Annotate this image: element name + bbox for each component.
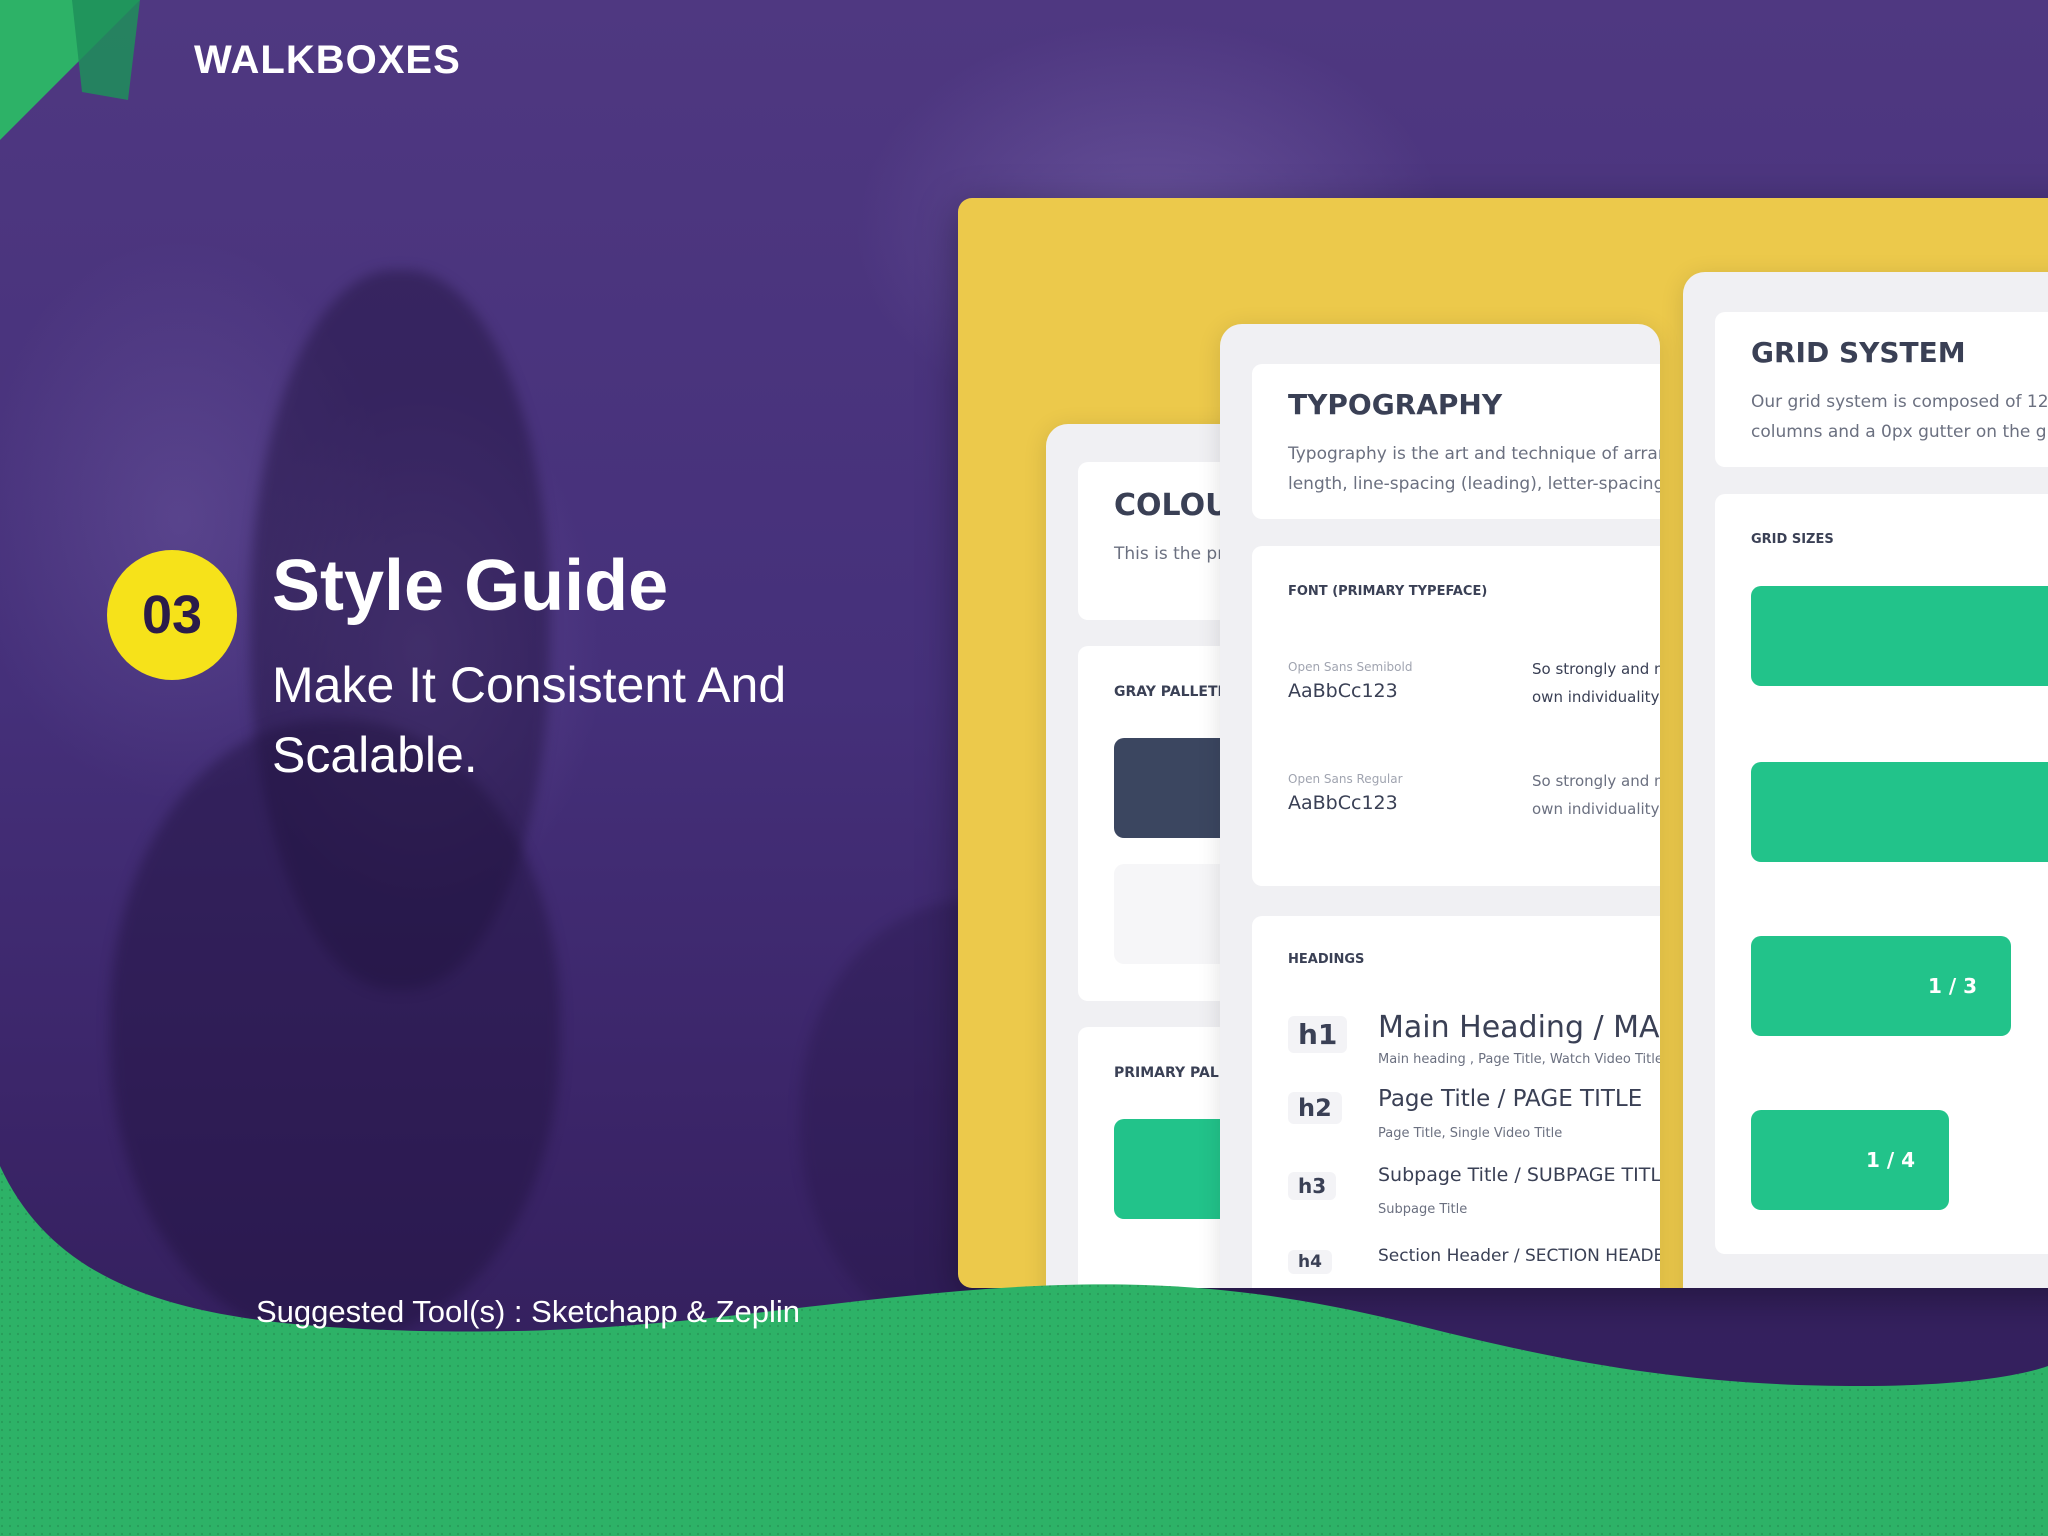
grid-sizes-label: GRID SIZES (1751, 532, 1834, 547)
green-wave-footer (0, 1166, 2048, 1536)
typography-header-card: TYPOGRAPHY Typography is the art and tec… (1252, 364, 1660, 519)
typography-column: TYPOGRAPHY Typography is the art and tec… (1220, 324, 1660, 1288)
style-guide-mockup-panel: COLOU This is the pr GRAY PALLETE PRIMAR… (958, 198, 2048, 1288)
heading-h2-title: Page Title / PAGE TITLE (1378, 1086, 1643, 1112)
font-2-text-1: So strongly and met (1532, 772, 1660, 790)
font-card: FONT (PRIMARY TYPEFACE) Open Sans Semibo… (1252, 546, 1660, 886)
typography-desc-line-1: Typography is the art and technique of a… (1288, 444, 1660, 464)
grid-system-column: GRID SYSTEM Our grid system is composed … (1683, 272, 2048, 1288)
gray-palette-label: GRAY PALLETE (1114, 684, 1228, 700)
typography-title: TYPOGRAPHY (1288, 388, 1503, 421)
heading-tag-h1: h1 (1288, 1016, 1348, 1053)
font-1-name: Open Sans Semibold (1288, 660, 1413, 674)
heading-h2-sub: Page Title, Single Video Title (1378, 1126, 1563, 1141)
headings-label: HEADINGS (1288, 952, 1365, 967)
font-2-name: Open Sans Regular (1288, 772, 1403, 786)
font-1-text-2: own individuality w (1532, 688, 1660, 706)
grid-bar-full (1751, 586, 2048, 686)
brand-logo-text: WALKBOXES (194, 38, 461, 82)
colour-title: COLOU (1114, 488, 1230, 523)
suggested-tools-text: Suggested Tool(s) : Sketchapp & Zeplin (256, 1294, 800, 1329)
font-1-text-1: So strongly and me (1532, 660, 1660, 678)
heading-h1-sub: Main heading , Page Title, Watch Video T… (1378, 1052, 1660, 1067)
step-number-badge: 03 (107, 550, 237, 680)
grid-title: GRID SYSTEM (1751, 336, 1966, 369)
slide-subtitle: Make It Consistent And Scalable. (272, 657, 787, 783)
grid-sizes-card: GRID SIZES 1 / 3 1 / 4 (1715, 494, 2048, 1254)
font-label: FONT (PRIMARY TYPEFACE) (1288, 584, 1488, 599)
font-1-sample: AaBbCc123 (1288, 680, 1398, 702)
corner-decoration (0, 0, 140, 140)
font-2-text-2: own individuality wa (1532, 800, 1660, 818)
font-2-sample: AaBbCc123 (1288, 792, 1398, 814)
grid-bar-half (1751, 762, 2048, 862)
colour-description: This is the pr (1114, 544, 1225, 564)
grid-desc-line-2: columns and a 0px gutter on the grid (1751, 422, 2048, 442)
heading-h1-title: Main Heading / MAIN (1378, 1010, 1660, 1045)
typography-desc-line-2: length, line-spacing (leading), letter-s… (1288, 474, 1660, 494)
grid-bar-third: 1 / 3 (1751, 936, 2011, 1036)
heading-tag-h2: h2 (1288, 1092, 1342, 1124)
grid-header-card: GRID SYSTEM Our grid system is composed … (1715, 312, 2048, 467)
primary-palette-label: PRIMARY PALL (1114, 1065, 1228, 1081)
slide-title: Style Guide (272, 546, 669, 626)
grid-desc-line-1: Our grid system is composed of 12 fl (1751, 392, 2048, 412)
